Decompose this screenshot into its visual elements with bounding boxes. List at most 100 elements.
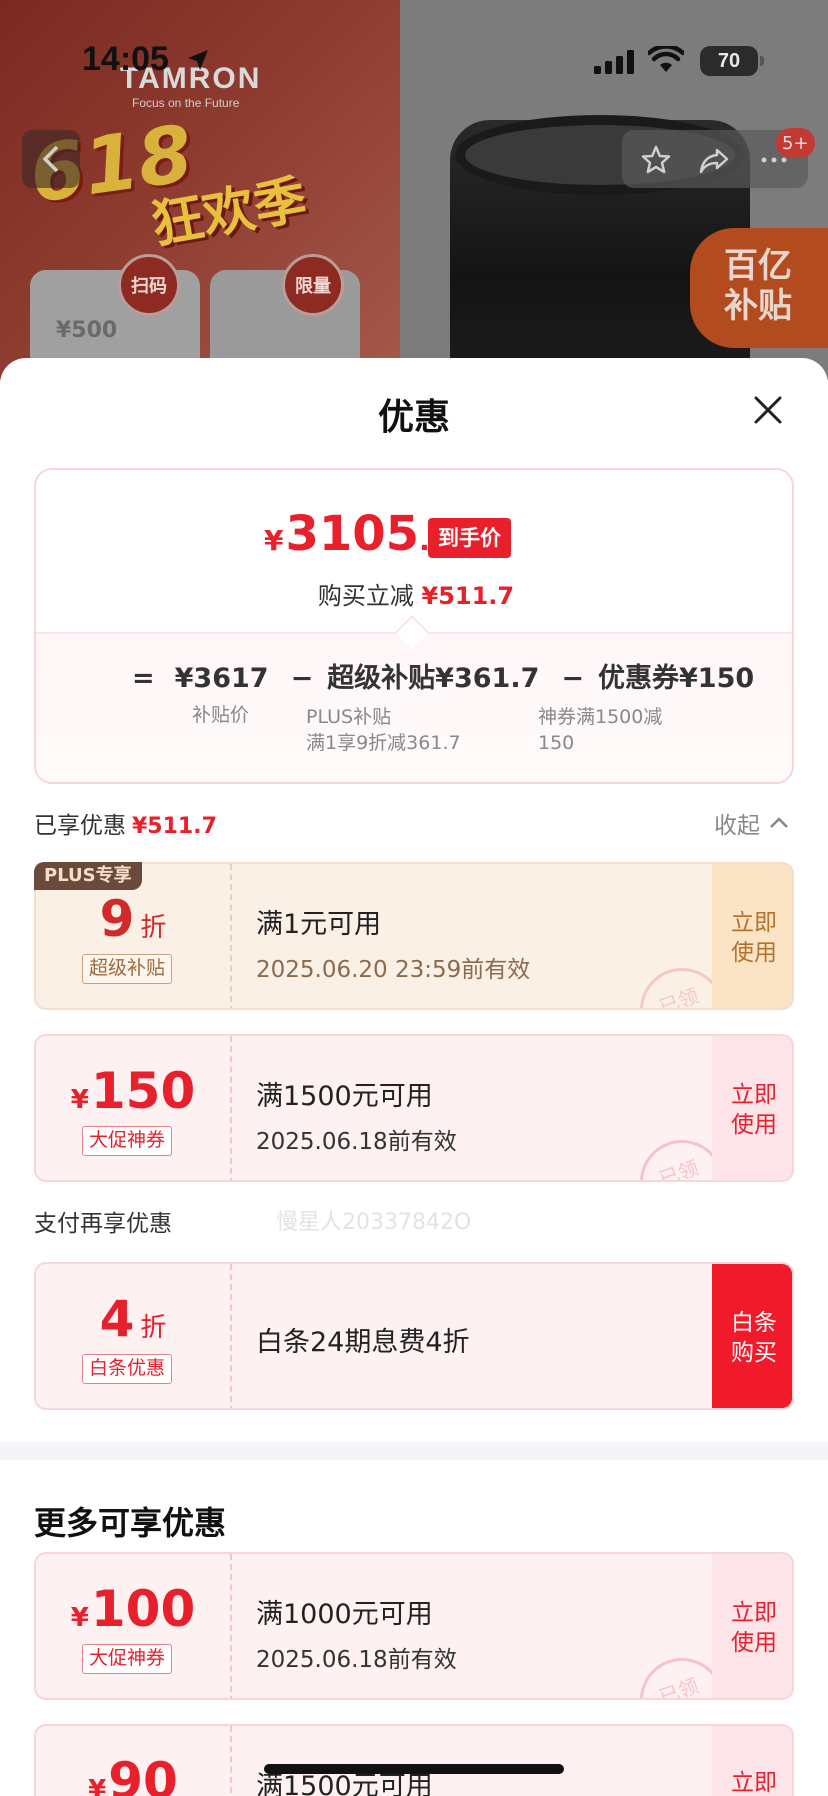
enjoyed-discount-header: 已享优惠 ¥511.7 — [34, 806, 217, 840]
coupon-baitiao: 4折 白条优惠 白条24期息费4折 白条购买 — [34, 1262, 794, 1410]
coupon-promo-100: ¥100 大促神券 满1000元可用 2025.06.18前有效 已领 立即使用 — [34, 1552, 794, 1700]
collapse-button[interactable]: 收起 — [714, 806, 790, 840]
use-now-button[interactable]: 立即使用 — [712, 1554, 792, 1698]
coupon-amount: 4折 — [36, 1290, 230, 1348]
collapse-label: 收起 — [714, 813, 760, 839]
coupon-condition: 满1500元可用 — [256, 1081, 433, 1112]
plus-exclusive-label: PLUS专享 — [34, 862, 142, 890]
instant-discount: 购买立减 ¥511.7 — [36, 576, 792, 611]
coupon-condition: 满1000元可用 — [256, 1599, 433, 1630]
promo-price-snippet: ¥500 — [56, 318, 118, 343]
currency-symbol: ¥ — [88, 1775, 107, 1796]
coupon-amount-unit: 折 — [140, 913, 167, 943]
coupon-expiry: 2025.06.18前有效 — [256, 1647, 457, 1673]
battery-indicator: 70 — [700, 46, 764, 76]
price-summary-card: ¥ 3105 .3 到手价 购买立减 ¥511.7 = ¥3617 − 超级补贴… — [34, 468, 794, 784]
coupon-promo-90: ¥90 满1500元可用 立即 — [34, 1724, 794, 1796]
baitiao-buy-button[interactable]: 白条购买 — [712, 1264, 792, 1408]
coupon-value: 4折 白条优惠 — [36, 1264, 230, 1408]
final-price-tag: 到手价 — [428, 518, 511, 558]
more-discounts-title: 更多可享优惠 — [34, 1504, 227, 1542]
use-now-button[interactable]: 立即使用 — [712, 864, 792, 1008]
coupon-total: 优惠券¥150 — [598, 663, 755, 694]
coupon-value: ¥150 大促神券 — [36, 1036, 230, 1180]
discount-sheet: 优惠 ¥ 3105 .3 到手价 购买立减 ¥511.7 = ¥3617 − 超… — [0, 358, 828, 1796]
minus-sign: − — [561, 663, 585, 694]
currency-symbol: ¥ — [70, 1603, 89, 1633]
wifi-icon — [648, 46, 684, 72]
coupon-amount-value: 4 — [99, 1290, 135, 1348]
coupon-value: ¥90 — [36, 1726, 230, 1796]
currency-symbol: ¥ — [264, 524, 284, 557]
coupon-divider — [230, 1554, 232, 1698]
badge-scan: 扫码 — [118, 254, 180, 316]
coupon-amount: 9折 — [36, 890, 230, 948]
enjoyed-amount: ¥511.7 — [132, 814, 217, 839]
coupon-divider — [230, 1726, 232, 1796]
subsidy-badge[interactable]: 百亿 补贴 — [690, 228, 828, 348]
coupon-condition: 白条24期息费4折 — [256, 1327, 470, 1358]
coupon-expiry: 2025.06.18前有效 — [256, 1129, 457, 1155]
currency-symbol: ¥ — [70, 1085, 89, 1115]
coupon-expiry: 2025.06.20 23:59前有效 — [256, 957, 531, 983]
share-icon[interactable] — [698, 144, 730, 176]
coupon-amount-unit: 折 — [140, 1313, 167, 1343]
use-now-button[interactable]: 立即 — [712, 1726, 792, 1796]
coupon-label-line1: 神券满1500减 — [538, 706, 663, 728]
discount-label: 购买立减 — [317, 582, 414, 610]
coupon-label-line2: 150 — [538, 732, 575, 754]
coupon-label: 神券满1500减 150 — [538, 704, 662, 756]
equals-sign: = — [132, 663, 155, 694]
coupon-amount-value: 9 — [99, 890, 135, 948]
sheet-title: 优惠 — [377, 397, 450, 438]
status-bar: 14:05 70 — [0, 0, 828, 110]
location-arrow-icon — [188, 50, 208, 70]
coupon-type-tag: 超级补贴 — [82, 954, 173, 984]
price-integer: 3105 — [285, 506, 420, 562]
subsidy-badge-line2: 补贴 — [724, 286, 792, 326]
close-icon[interactable] — [748, 390, 788, 430]
coupon-condition: 满1元可用 — [256, 909, 382, 940]
coupon-amount-value: 90 — [108, 1752, 178, 1796]
use-now-button[interactable]: 立即使用 — [712, 1036, 792, 1180]
chevron-left-icon — [42, 145, 59, 173]
coupon-type-tag: 大促神券 — [82, 1126, 173, 1156]
section-divider — [0, 1442, 828, 1460]
coupon-amount-value: 100 — [90, 1580, 196, 1638]
coupon-amount: ¥90 — [36, 1752, 230, 1796]
coupon-amount-value: 150 — [90, 1062, 196, 1120]
final-price: ¥ 3105 .3 — [264, 506, 449, 562]
cellular-signal-icon — [594, 50, 634, 74]
subsidy-badge-line1: 百亿 — [724, 246, 792, 286]
home-indicator — [264, 1764, 564, 1774]
super-subsidy-amount: 超级补贴¥361.7 — [327, 663, 540, 694]
price-formula: = ¥3617 − 超级补贴¥361.7 − 优惠券¥150 — [132, 656, 762, 695]
subsidy-label-line1: PLUS补贴 — [306, 706, 392, 728]
notification-badge: 5+ — [776, 128, 815, 158]
coupon-plus-discount: 9折 超级补贴 满1元可用 2025.06.20 23:59前有效 已领 立即使… — [34, 862, 794, 1010]
discount-amount: ¥511.7 — [421, 582, 515, 610]
subsidy-label-line2: 满1享9折减361.7 — [306, 732, 461, 754]
coupon-amount: ¥150 — [36, 1062, 230, 1120]
star-icon[interactable] — [640, 144, 672, 176]
coupon-divider — [230, 1036, 232, 1180]
watermark: 慢星人20337842O — [276, 1210, 472, 1235]
back-button[interactable] — [22, 130, 80, 188]
coupon-amount: ¥100 — [36, 1580, 230, 1638]
coupon-divider — [230, 864, 232, 1008]
minus-sign: − — [290, 663, 314, 694]
base-price: ¥3617 — [174, 663, 269, 694]
chevron-up-icon — [770, 817, 788, 828]
base-price-label: 补贴价 — [192, 704, 250, 726]
badge-limited: 限量 — [282, 254, 344, 316]
coupon-value: ¥100 大促神券 — [36, 1554, 230, 1698]
price-breakdown: = ¥3617 − 超级补贴¥361.7 − 优惠券¥150 补贴价 PLUS补… — [36, 632, 792, 782]
coupon-divider — [230, 1264, 232, 1408]
status-time: 14:05 — [82, 40, 169, 78]
enjoyed-label: 已享优惠 — [34, 813, 126, 839]
subsidy-label: PLUS补贴 满1享9折减361.7 — [306, 704, 461, 756]
coupon-type-tag: 白条优惠 — [82, 1354, 173, 1384]
coupon-promo-150: ¥150 大促神券 满1500元可用 2025.06.18前有效 已领 立即使用 — [34, 1034, 794, 1182]
coupon-type-tag: 大促神券 — [82, 1644, 173, 1674]
payment-discount-header: 支付再享优惠 — [34, 1211, 172, 1237]
